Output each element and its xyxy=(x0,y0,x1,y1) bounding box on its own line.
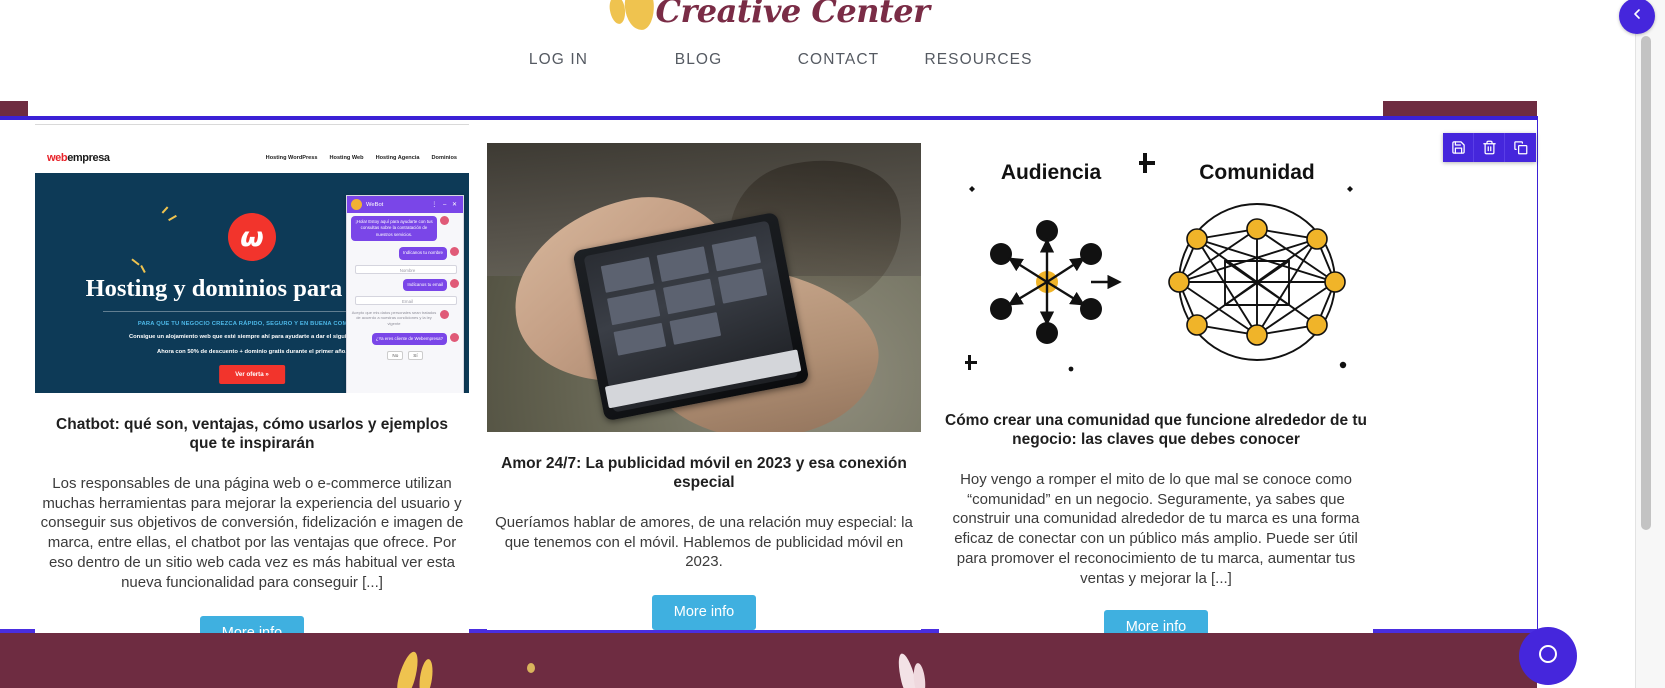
post-title[interactable]: Cómo crear una comunidad que funcione al… xyxy=(939,411,1373,450)
chat-bubble-icon xyxy=(1536,642,1560,671)
footer-logo-glyph-white-small xyxy=(912,662,927,688)
save-button[interactable] xyxy=(1443,133,1474,162)
bot-avatar-icon xyxy=(450,247,459,257)
floppy-save-icon xyxy=(1451,140,1466,155)
block-edit-toolbar xyxy=(1443,133,1536,162)
we-menu-item: Dominios xyxy=(431,155,457,161)
webempresa-screenshot-art: webempresa Hosting WordPress Hosting Web… xyxy=(35,143,469,393)
nav-item-log-in[interactable]: LOG IN xyxy=(489,51,629,69)
blog-posts-grid: webempresa Hosting WordPress Hosting Web… xyxy=(0,120,1537,651)
bot-avatar-icon xyxy=(440,216,449,225)
blog-post-card[interactable]: webempresa Hosting WordPress Hosting Web… xyxy=(35,120,469,651)
webempresa-logo: webempresa xyxy=(47,152,110,164)
bot-avatar-icon xyxy=(450,278,459,288)
nav-item-resources[interactable]: RESOURCES xyxy=(909,51,1049,69)
post-excerpt: Los responsables de una página web o e-c… xyxy=(40,474,464,591)
chat-window-controls: ⋮ – ✕ xyxy=(431,202,459,208)
post-excerpt: Hoy vengo a romper el mito de lo que mal… xyxy=(952,470,1360,587)
scrollbar-thumb[interactable] xyxy=(1641,36,1651,530)
chat-title: WeBot xyxy=(366,201,384,208)
site-footer xyxy=(28,633,1384,688)
post-thumbnail: webempresa Hosting WordPress Hosting Web… xyxy=(35,143,469,393)
main-navigation: LOG IN BLOG CONTACT RESOURCES xyxy=(0,51,1537,69)
chat-bubble: ¿Ya eres cliente de Webempresa? xyxy=(371,332,447,346)
post-cta-wrap: More info xyxy=(487,595,921,630)
chatbot-widget-art: WeBot ⋮ – ✕ ¡Hola! Estoy aquí para ayuda… xyxy=(346,195,464,393)
we-menu-item: Hosting Agencia xyxy=(375,155,420,161)
browser-viewport: Creative Center LOG IN BLOG CONTACT RESO… xyxy=(0,0,1665,688)
bot-avatar-icon xyxy=(450,332,459,342)
chat-bubble: Indícanos tu email xyxy=(403,278,447,291)
site-header: Creative Center LOG IN BLOG CONTACT RESO… xyxy=(0,0,1537,100)
chat-name-field: Nombre xyxy=(355,264,457,274)
post-title[interactable]: Amor 24/7: La publicidad móvil en 2023 y… xyxy=(487,454,921,493)
footer-logo-glyph-yellow-small xyxy=(417,658,435,688)
footer-left-extension xyxy=(0,633,28,688)
blog-post-card[interactable]: Amor 24/7: La publicidad móvil en 2023 y… xyxy=(487,120,921,630)
paw-blob-logo-icon xyxy=(607,0,655,31)
we-topbar: webempresa Hosting WordPress Hosting Web… xyxy=(35,143,469,173)
post-thumbnail: Audiencia Comunidad xyxy=(939,143,1373,393)
network-diagram-svg: Audiencia Comunidad xyxy=(965,153,1353,372)
more-info-button[interactable]: More info xyxy=(651,595,757,630)
chat-answer-yes: Sí xyxy=(408,351,423,361)
post-title[interactable]: Chatbot: qué son, ventajas, cómo usarlos… xyxy=(35,415,469,454)
bot-avatar-icon xyxy=(351,199,362,210)
logo-text: Creative Center xyxy=(655,0,930,30)
we-hero: ω Hosting y dominios para tu web PARA QU… xyxy=(35,173,469,393)
we-menu-item: Hosting WordPress xyxy=(265,155,318,161)
trash-icon xyxy=(1482,140,1497,155)
nav-item-blog[interactable]: BLOG xyxy=(629,51,769,69)
bot-avatar-icon xyxy=(440,309,449,319)
smartphone-photo-art xyxy=(487,143,921,432)
chat-answer-no: No xyxy=(387,351,404,361)
site-logo[interactable]: Creative Center xyxy=(607,0,930,31)
duplicate-button[interactable] xyxy=(1505,133,1536,162)
we-cta-button: Ver oferta » xyxy=(219,365,285,384)
post-thumbnail xyxy=(487,143,921,432)
we-menu: Hosting WordPress Hosting Web Hosting Ag… xyxy=(266,155,457,161)
chat-consent-text: Acepto que mis datos personales sean tra… xyxy=(351,309,437,327)
help-chat-fab[interactable] xyxy=(1519,627,1577,685)
chat-email-field: Email xyxy=(355,295,457,305)
audience-community-diagram-art: Audiencia Comunidad xyxy=(939,143,1373,393)
footer-right-extension xyxy=(1384,633,1537,688)
chat-bubble: Indícanos tu nombre xyxy=(398,247,447,260)
vertical-scrollbar[interactable] xyxy=(1641,36,1651,672)
diagram-label-comunidad: Comunidad xyxy=(1199,161,1315,184)
diagram-label-audiencia: Audiencia xyxy=(1001,161,1102,184)
webempresa-mark: ω xyxy=(228,213,276,261)
delete-button[interactable] xyxy=(1474,133,1505,162)
footer-logo-dot xyxy=(527,663,535,673)
post-excerpt: Queríamos hablar de amores, de una relac… xyxy=(495,513,913,571)
blog-post-card[interactable]: Audiencia Comunidad Cómo crear una comun… xyxy=(939,120,1373,645)
footer-logo-glyph-yellow xyxy=(393,649,423,688)
nav-item-contact[interactable]: CONTACT xyxy=(769,51,909,69)
chevron-left-icon xyxy=(1629,6,1645,27)
card-divider xyxy=(35,124,469,125)
chat-header: WeBot ⋮ – ✕ xyxy=(347,196,463,213)
copy-icon xyxy=(1513,140,1528,155)
we-menu-item: Hosting Web xyxy=(329,155,364,161)
chat-bubble: ¡Hola! Estoy aquí para ayudarte con tus … xyxy=(351,216,437,242)
